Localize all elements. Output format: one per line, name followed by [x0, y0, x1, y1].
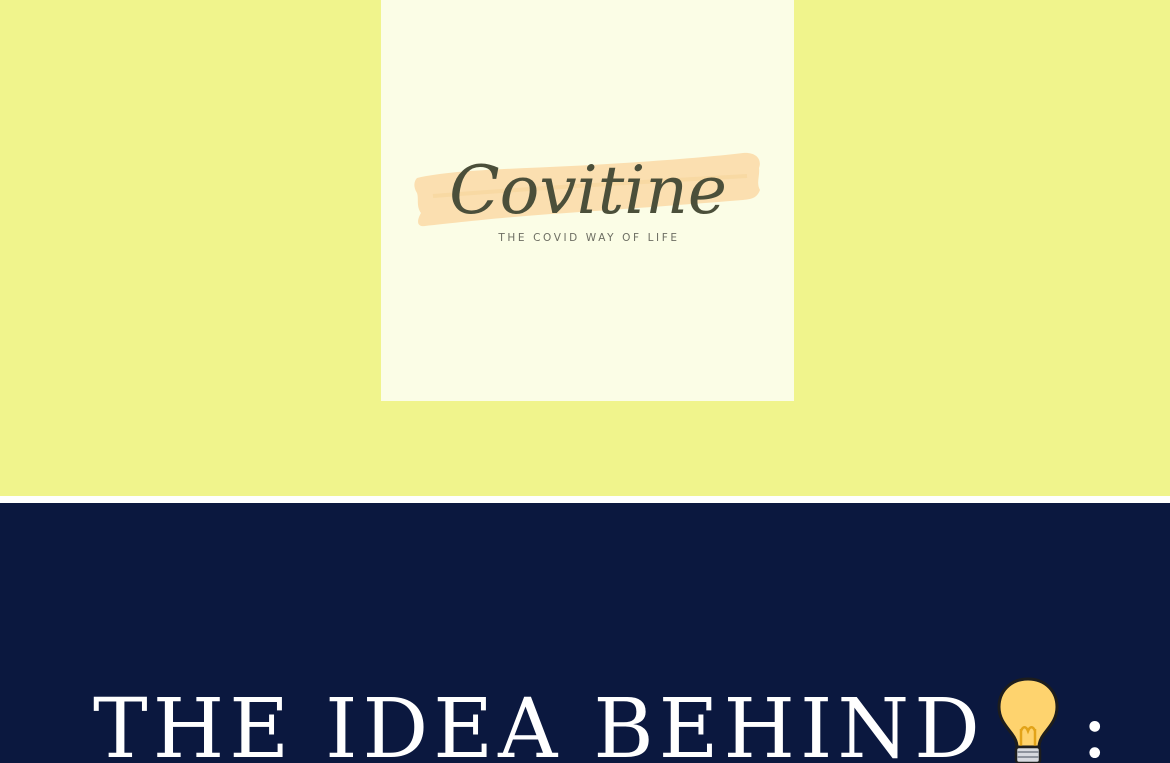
covitine-logo: Covitine THE COVID WAY OF LIFE	[414, 152, 760, 244]
hero-section: Covitine THE COVID WAY OF LIFE	[0, 0, 1170, 496]
lightbulb-icon	[993, 673, 1063, 763]
page: Covitine THE COVID WAY OF LIFE THE IDEA …	[0, 0, 1170, 763]
idea-heading: THE IDEA BEHIND:	[93, 673, 1114, 763]
logo-tagline: THE COVID WAY OF LIFE	[497, 232, 679, 244]
idea-heading-colon: :	[1080, 682, 1114, 763]
logo-wordmark: Covitine	[449, 152, 727, 229]
section-divider	[0, 496, 1170, 503]
logo-card: Covitine THE COVID WAY OF LIFE	[381, 0, 794, 401]
idea-heading-text: THE IDEA BEHIND	[93, 682, 985, 763]
idea-section: THE IDEA BEHIND:	[0, 503, 1170, 763]
